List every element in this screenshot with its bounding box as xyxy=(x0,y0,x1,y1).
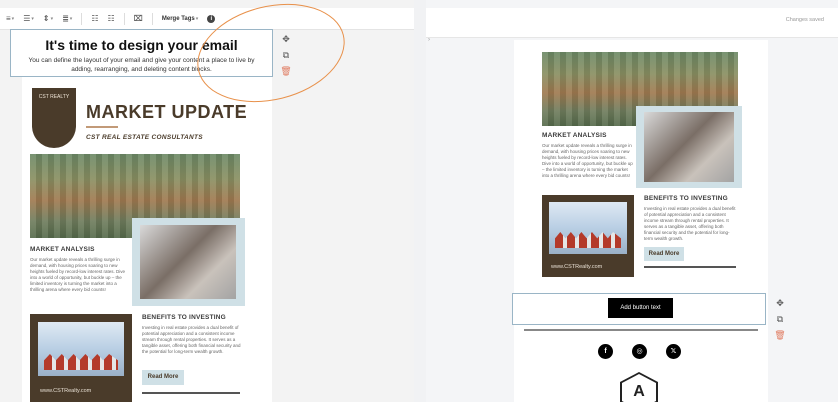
block-tools-right: ✥ ⧉ 🗑 xyxy=(773,298,787,340)
benefits-text: Investing in real estate provides a dual… xyxy=(644,206,736,241)
duplicate-icon[interactable]: ⧉ xyxy=(777,314,783,324)
email-canvas-left: CST REALTY MARKET UPDATE CST REAL ESTATE… xyxy=(22,30,272,402)
instagram-icon[interactable]: ◎ xyxy=(632,344,647,359)
spacing-icon: ⇕ xyxy=(42,14,50,23)
section-divider xyxy=(644,266,736,268)
email-title: MARKET UPDATE xyxy=(86,102,248,122)
email-subtitle: CST REAL ESTATE CONSULTANTS xyxy=(86,134,203,141)
onboarding-tooltip: It's time to design your email You can d… xyxy=(10,29,273,77)
left-editor-panel: ≡ ▾ ☰ ▾ ⇕ ▾ ≣ ▾ ☷ ☷ ⌧ Merge Tags ▾ i CST REAL… xyxy=(0,0,414,402)
right-header-bar: Changes saved xyxy=(426,8,838,38)
benefits-heading: BENEFITS TO INVESTING xyxy=(142,314,226,321)
merge-tags-button[interactable]: Merge Tags ▾ xyxy=(162,16,198,22)
info-icon[interactable]: i xyxy=(207,14,216,23)
miniature-houses-image[interactable] xyxy=(38,322,124,376)
clear-format-button[interactable]: ⌧ xyxy=(134,14,143,23)
tooltip-body: You can define the layout of your email … xyxy=(28,57,255,73)
editor-toolbar: ≡ ▾ ☰ ▾ ⇕ ▾ ≣ ▾ ☷ ☷ ⌧ Merge Tags ▾ i xyxy=(0,8,414,30)
tooltip-title: It's time to design your email xyxy=(45,37,238,53)
text-format-icon: ≡ xyxy=(6,14,11,23)
woman-laptop-image[interactable] xyxy=(644,112,734,182)
x-twitter-icon[interactable]: 𝕏 xyxy=(666,344,681,359)
add-button-text-button[interactable]: Add button text xyxy=(608,298,673,318)
read-more-button[interactable]: Read More xyxy=(142,370,184,385)
section-divider xyxy=(142,392,240,394)
miniature-houses-image[interactable] xyxy=(549,202,627,254)
text-format-button[interactable]: ≡ ▾ xyxy=(6,14,14,23)
read-more-button[interactable]: Read More xyxy=(644,247,684,261)
market-analysis-heading: MARKET ANALYSIS xyxy=(542,132,607,139)
save-status: Changes saved xyxy=(785,17,824,23)
benefits-heading: BENEFITS TO INVESTING xyxy=(644,195,728,202)
market-analysis-text: Our market update reveals a thrilling su… xyxy=(30,257,126,292)
cst-url-text: www.CSTRealty.com xyxy=(551,264,603,270)
bulleted-list-button[interactable]: ☷ xyxy=(91,14,98,23)
trash-icon[interactable]: 🗑 xyxy=(774,330,785,340)
market-analysis-text: Our market update reveals a thrilling su… xyxy=(542,143,633,178)
move-icon[interactable]: ✥ xyxy=(282,34,290,44)
duplicate-icon[interactable]: ⧉ xyxy=(283,50,289,60)
list-ul-icon: ☷ xyxy=(91,14,99,23)
cst-logo-crest: CST REALTY xyxy=(32,88,76,148)
title-divider xyxy=(86,126,118,128)
align-button[interactable]: ☰ ▾ xyxy=(23,14,34,23)
numbered-list-button[interactable]: ☷ xyxy=(107,14,114,23)
footer-divider xyxy=(524,329,758,331)
market-analysis-heading: MARKET ANALYSIS xyxy=(30,246,95,253)
move-icon[interactable]: ✥ xyxy=(776,298,784,308)
benefits-text: Investing in real estate provides a dual… xyxy=(142,325,241,354)
align-icon: ☰ xyxy=(23,14,31,23)
chevron-right-icon[interactable]: › xyxy=(428,37,430,43)
facebook-icon[interactable]: f xyxy=(598,344,613,359)
block-tools-left: ✥ ⧉ 🗑 xyxy=(279,34,293,76)
cst-url-text: www.CSTRealty.com xyxy=(40,388,92,394)
heading-button[interactable]: ≣ ▾ xyxy=(62,14,72,23)
merge-tags-label: Merge Tags xyxy=(161,15,195,22)
right-editor-panel: Changes saved › MARKET ANALYSIS Our mark… xyxy=(426,0,838,402)
trash-icon[interactable]: 🗑 xyxy=(280,66,291,76)
spacing-button[interactable]: ⇕ ▾ xyxy=(43,14,53,23)
heading-icon: ≣ xyxy=(62,14,69,23)
clear-format-icon: ⌧ xyxy=(133,14,143,23)
list-ol-icon: ☷ xyxy=(107,14,115,23)
woman-laptop-image[interactable] xyxy=(140,225,236,299)
